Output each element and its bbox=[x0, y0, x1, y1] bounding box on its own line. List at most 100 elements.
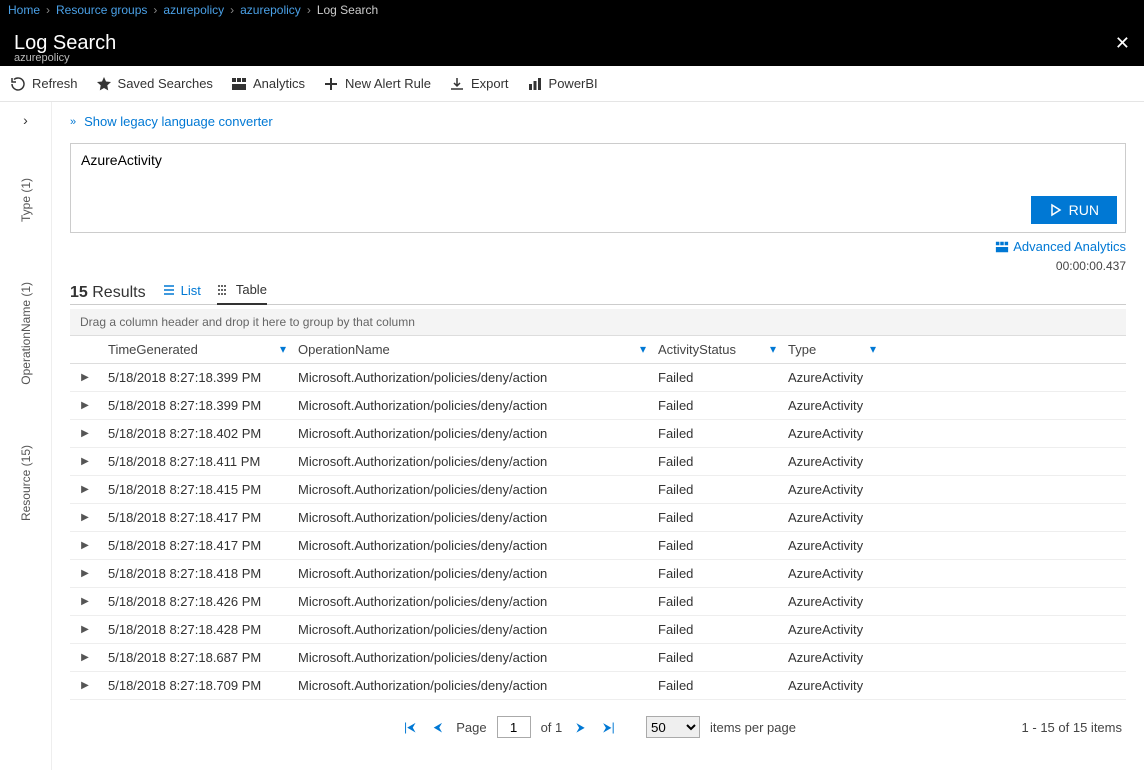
cell-status: Failed bbox=[650, 592, 780, 611]
last-page-icon[interactable]: ⮞| bbox=[599, 720, 619, 735]
refresh-label: Refresh bbox=[32, 76, 78, 91]
grid-header: TimeGenerated▾ OperationName▾ ActivitySt… bbox=[70, 336, 1126, 364]
bc-rg[interactable]: Resource groups bbox=[56, 3, 147, 17]
expand-row-icon[interactable]: ▶ bbox=[70, 482, 100, 497]
col-time[interactable]: TimeGenerated▾ bbox=[100, 336, 290, 363]
expand-row-icon[interactable]: ▶ bbox=[70, 426, 100, 441]
next-page-icon[interactable]: ⮞ bbox=[572, 720, 589, 735]
page-input[interactable] bbox=[497, 716, 531, 738]
filter-icon[interactable]: ▾ bbox=[870, 342, 876, 356]
refresh-button[interactable]: Refresh bbox=[10, 76, 78, 92]
cell-type: AzureActivity bbox=[780, 620, 880, 639]
legacy-converter-link[interactable]: » Show legacy language converter bbox=[70, 114, 1126, 129]
filter-icon[interactable]: ▾ bbox=[770, 342, 776, 356]
breadcrumb: Home› Resource groups› azurepolicy› azur… bbox=[0, 0, 1144, 20]
cell-type: AzureActivity bbox=[780, 536, 880, 555]
powerbi-label: PowerBI bbox=[549, 76, 598, 91]
view-list-button[interactable]: List bbox=[162, 283, 201, 304]
expand-row-icon[interactable]: ▶ bbox=[70, 566, 100, 581]
cell-type: AzureActivity bbox=[780, 592, 880, 611]
export-button[interactable]: Export bbox=[449, 76, 509, 92]
table-row[interactable]: ▶5/18/2018 8:27:18.418 PMMicrosoft.Autho… bbox=[70, 560, 1126, 588]
cell-status: Failed bbox=[650, 648, 780, 667]
query-input[interactable] bbox=[81, 152, 1115, 202]
expand-row-icon[interactable]: ▶ bbox=[70, 650, 100, 665]
expand-row-icon[interactable]: ▶ bbox=[70, 622, 100, 637]
cell-op: Microsoft.Authorization/policies/deny/ac… bbox=[290, 424, 650, 443]
cell-time: 5/18/2018 8:27:18.687 PM bbox=[100, 648, 290, 667]
side-tab-resource[interactable]: Resource (15) bbox=[19, 445, 33, 521]
analytics-icon bbox=[995, 240, 1009, 254]
cell-op: Microsoft.Authorization/policies/deny/ac… bbox=[290, 620, 650, 639]
cell-op: Microsoft.Authorization/policies/deny/ac… bbox=[290, 368, 650, 387]
prev-page-icon[interactable]: ⮜ bbox=[430, 720, 447, 735]
saved-searches-button[interactable]: Saved Searches bbox=[96, 76, 213, 92]
side-tab-operation[interactable]: OperationName (1) bbox=[19, 282, 33, 385]
cell-status: Failed bbox=[650, 424, 780, 443]
run-button[interactable]: RUN bbox=[1031, 196, 1117, 224]
table-row[interactable]: ▶5/18/2018 8:27:18.687 PMMicrosoft.Autho… bbox=[70, 644, 1126, 672]
cell-time: 5/18/2018 8:27:18.709 PM bbox=[100, 676, 290, 695]
side-panel: › Type (1) OperationName (1) Resource (1… bbox=[0, 102, 52, 770]
table-row[interactable]: ▶5/18/2018 8:27:18.709 PMMicrosoft.Autho… bbox=[70, 672, 1126, 700]
first-page-icon[interactable]: |⮜ bbox=[400, 720, 420, 735]
bc-home[interactable]: Home bbox=[8, 3, 40, 17]
expand-row-icon[interactable]: ▶ bbox=[70, 510, 100, 525]
cell-op: Microsoft.Authorization/policies/deny/ac… bbox=[290, 592, 650, 611]
filter-icon[interactable]: ▾ bbox=[640, 342, 646, 356]
cell-status: Failed bbox=[650, 676, 780, 695]
table-row[interactable]: ▶5/18/2018 8:27:18.411 PMMicrosoft.Autho… bbox=[70, 448, 1126, 476]
side-tab-type[interactable]: Type (1) bbox=[19, 178, 33, 222]
bc-p1[interactable]: azurepolicy bbox=[163, 3, 224, 17]
col-op[interactable]: OperationName▾ bbox=[290, 336, 650, 363]
table-row[interactable]: ▶5/18/2018 8:27:18.415 PMMicrosoft.Autho… bbox=[70, 476, 1126, 504]
page-of: of 1 bbox=[541, 720, 563, 735]
legacy-label: Show legacy language converter bbox=[84, 114, 273, 129]
play-icon bbox=[1049, 203, 1063, 217]
close-icon[interactable]: ✕ bbox=[1115, 33, 1130, 54]
export-label: Export bbox=[471, 76, 509, 91]
title-bar: Log Search azurepolicy ✕ bbox=[0, 20, 1144, 66]
powerbi-button[interactable]: PowerBI bbox=[527, 76, 598, 92]
table-row[interactable]: ▶5/18/2018 8:27:18.417 PMMicrosoft.Autho… bbox=[70, 532, 1126, 560]
cell-time: 5/18/2018 8:27:18.415 PM bbox=[100, 480, 290, 499]
analytics-button[interactable]: Analytics bbox=[231, 76, 305, 92]
new-alert-button[interactable]: New Alert Rule bbox=[323, 76, 431, 92]
table-row[interactable]: ▶5/18/2018 8:27:18.399 PMMicrosoft.Autho… bbox=[70, 392, 1126, 420]
table-row[interactable]: ▶5/18/2018 8:27:18.417 PMMicrosoft.Autho… bbox=[70, 504, 1126, 532]
table-row[interactable]: ▶5/18/2018 8:27:18.428 PMMicrosoft.Autho… bbox=[70, 616, 1126, 644]
expand-side-icon[interactable]: › bbox=[23, 112, 28, 128]
cell-time: 5/18/2018 8:27:18.426 PM bbox=[100, 592, 290, 611]
col-status[interactable]: ActivityStatus▾ bbox=[650, 336, 780, 363]
col-type[interactable]: Type▾ bbox=[780, 336, 880, 363]
grid-body: ▶5/18/2018 8:27:18.399 PMMicrosoft.Autho… bbox=[70, 364, 1126, 700]
expand-row-icon[interactable]: ▶ bbox=[70, 370, 100, 385]
cell-type: AzureActivity bbox=[780, 648, 880, 667]
filter-icon[interactable]: ▾ bbox=[280, 342, 286, 356]
page-size-select[interactable]: 50 bbox=[646, 716, 700, 738]
query-box: RUN bbox=[70, 143, 1126, 233]
analytics-label: Analytics bbox=[253, 76, 305, 91]
cell-op: Microsoft.Authorization/policies/deny/ac… bbox=[290, 508, 650, 527]
table-row[interactable]: ▶5/18/2018 8:27:18.426 PMMicrosoft.Autho… bbox=[70, 588, 1126, 616]
refresh-icon bbox=[10, 76, 26, 92]
expand-row-icon[interactable]: ▶ bbox=[70, 454, 100, 469]
cell-op: Microsoft.Authorization/policies/deny/ac… bbox=[290, 564, 650, 583]
table-row[interactable]: ▶5/18/2018 8:27:18.399 PMMicrosoft.Autho… bbox=[70, 364, 1126, 392]
bc-p2[interactable]: azurepolicy bbox=[240, 3, 301, 17]
expand-row-icon[interactable]: ▶ bbox=[70, 398, 100, 413]
expand-row-icon[interactable]: ▶ bbox=[70, 678, 100, 693]
table-row[interactable]: ▶5/18/2018 8:27:18.402 PMMicrosoft.Autho… bbox=[70, 420, 1126, 448]
cell-time: 5/18/2018 8:27:18.399 PM bbox=[100, 368, 290, 387]
cell-type: AzureActivity bbox=[780, 396, 880, 415]
view-table-button[interactable]: Table bbox=[217, 282, 267, 305]
cell-status: Failed bbox=[650, 564, 780, 583]
cell-op: Microsoft.Authorization/policies/deny/ac… bbox=[290, 452, 650, 471]
cell-type: AzureActivity bbox=[780, 368, 880, 387]
cell-type: AzureActivity bbox=[780, 508, 880, 527]
expand-row-icon[interactable]: ▶ bbox=[70, 594, 100, 609]
advanced-label: Advanced Analytics bbox=[1013, 239, 1126, 254]
advanced-analytics-link[interactable]: Advanced Analytics bbox=[995, 239, 1126, 254]
group-hint[interactable]: Drag a column header and drop it here to… bbox=[70, 309, 1126, 336]
expand-row-icon[interactable]: ▶ bbox=[70, 538, 100, 553]
